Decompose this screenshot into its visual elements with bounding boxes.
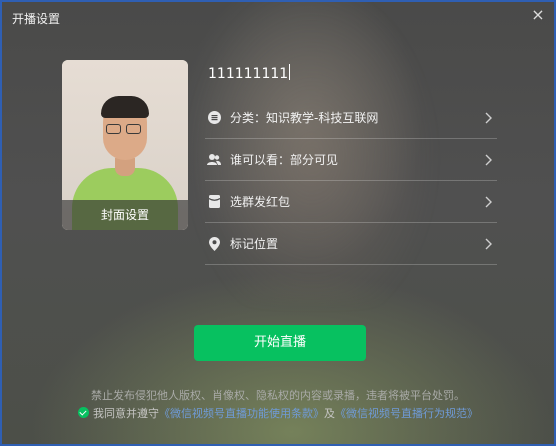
close-icon[interactable]: × — [530, 7, 546, 23]
agree-prefix: 我同意并遵守 — [93, 407, 159, 420]
text-caret — [289, 64, 291, 80]
cover-setting-label: 封面设置 — [62, 200, 188, 230]
red-packet-label: 选群发红包 — [230, 195, 291, 209]
category-row[interactable]: 分类：知识教学-科技互联网 — [205, 97, 497, 139]
live-title-input[interactable]: 111111111 — [208, 63, 498, 85]
titlebar: 开播设置 × — [2, 2, 554, 32]
window-title: 开播设置 — [12, 12, 61, 26]
visibility-row[interactable]: 谁可以看：部分可见 — [205, 139, 497, 181]
agree-checkbox[interactable] — [78, 407, 89, 418]
red-packet-row[interactable]: 选群发红包 — [205, 181, 497, 223]
live-title-value: 111111111 — [208, 66, 289, 82]
agree-and: 及 — [324, 407, 335, 420]
list-circle-icon — [207, 111, 221, 125]
location-pin-icon — [207, 236, 221, 251]
location-label: 标记位置 — [230, 237, 279, 251]
chevron-right-icon — [485, 154, 492, 166]
start-live-button[interactable]: 开始直播 — [194, 325, 366, 361]
chevron-right-icon — [485, 112, 492, 124]
copyright-notice: 禁止发布侵犯他人版权、肖像权、隐私权的内容或录播，违者将被平台处罚。 — [91, 389, 465, 402]
conduct-link[interactable]: 《微信视频号直播行为规范》 — [335, 407, 478, 420]
live-settings-window: 开播设置 × 封面设置 111111111 分类：知识教学-科技互联网 谁可以看… — [0, 0, 556, 446]
visibility-label: 谁可以看：部分可见 — [230, 153, 339, 167]
users-icon — [207, 153, 221, 167]
cover-setting[interactable]: 封面设置 — [62, 60, 188, 230]
chevron-right-icon — [485, 196, 492, 208]
category-label: 分类：知识教学-科技互联网 — [230, 111, 379, 125]
terms-link[interactable]: 《微信视频号直播功能使用条款》 — [159, 407, 324, 420]
agreement-line: 我同意并遵守《微信视频号直播功能使用条款》及《微信视频号直播行为规范》 — [2, 405, 554, 421]
red-packet-icon — [207, 195, 221, 209]
location-row[interactable]: 标记位置 — [205, 223, 497, 265]
settings-menu: 分类：知识教学-科技互联网 谁可以看：部分可见 选群发红包 标记位置 — [205, 97, 497, 265]
chevron-right-icon — [485, 238, 492, 250]
